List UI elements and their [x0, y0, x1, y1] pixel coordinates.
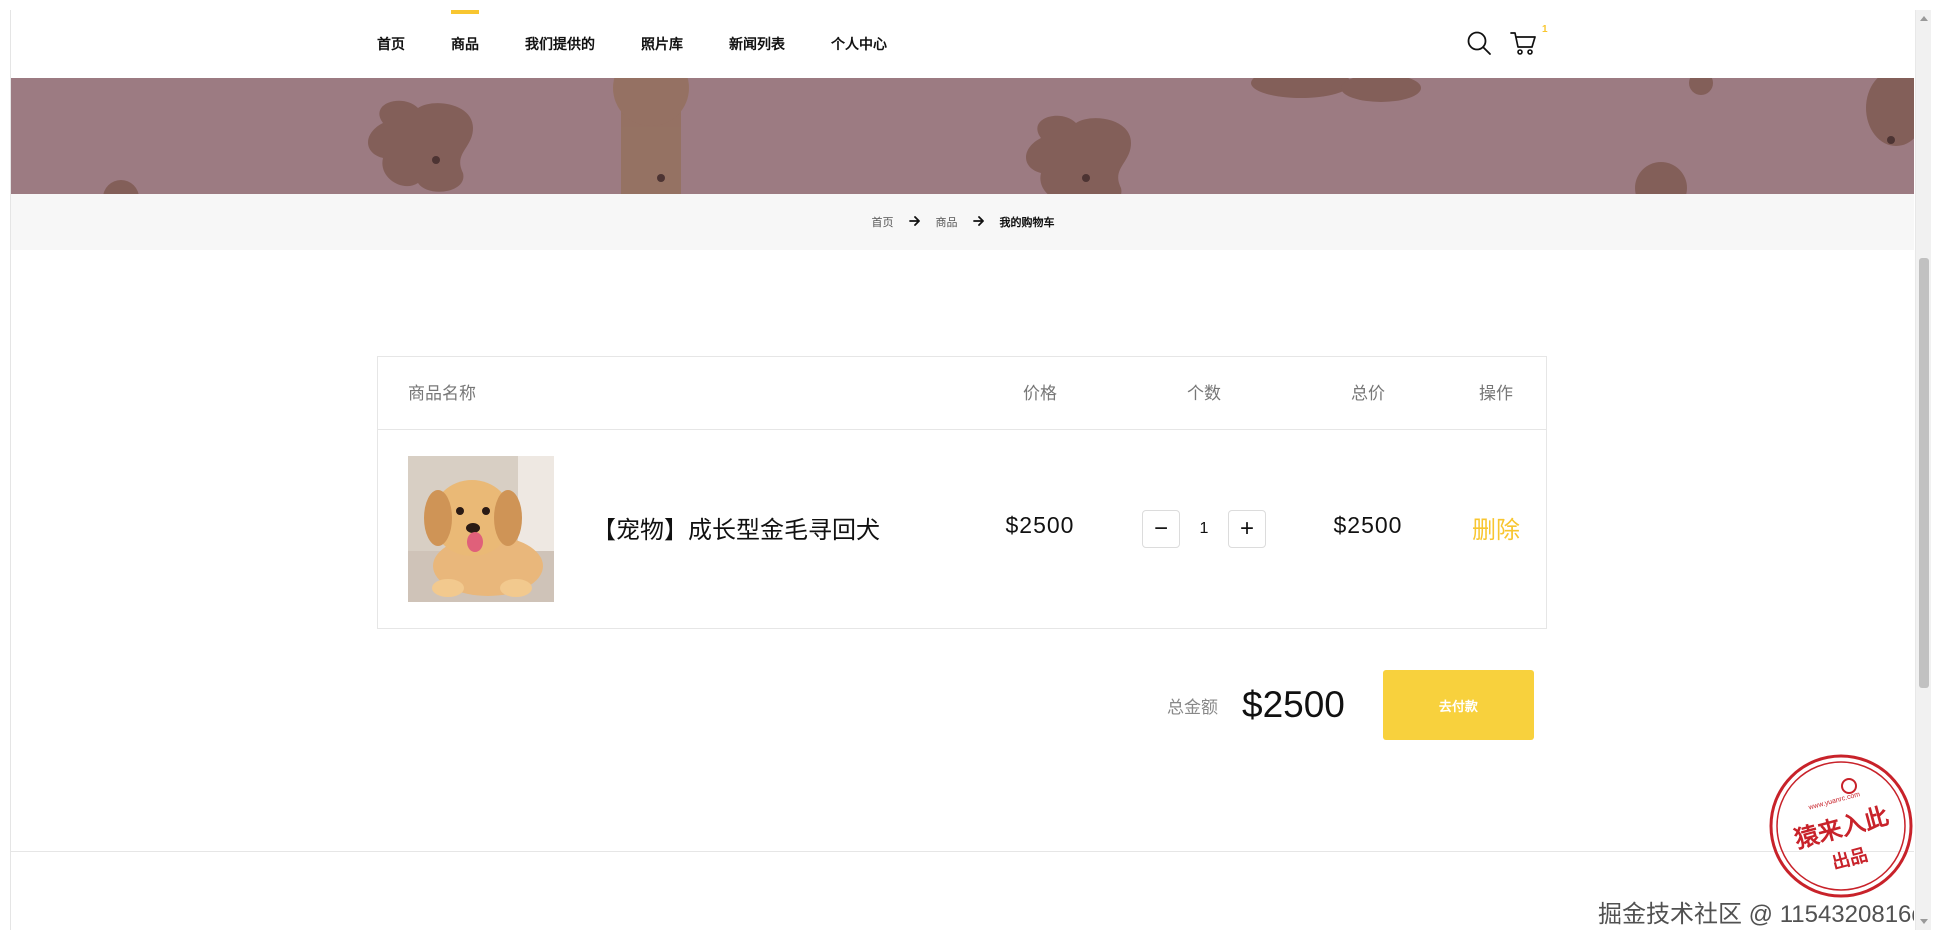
quantity-input[interactable] [1180, 510, 1228, 548]
header-action: 操作 [1479, 384, 1513, 403]
svg-text:出品: 出品 [1830, 844, 1870, 875]
site-header: 首页 商品 我们提供的 照片库 新闻列表 个人中心 1 [11, 10, 1914, 78]
cart-icon [1510, 32, 1536, 55]
breadcrumb-current: 我的购物车 [999, 217, 1055, 229]
cart-count-badge: 1 [1542, 24, 1548, 35]
nav-item-news[interactable]: 新闻列表 [729, 10, 785, 78]
header-quantity: 个数 [1187, 384, 1221, 403]
breadcrumb: 首页 商品 我的购物车 [11, 194, 1914, 250]
header-product-name: 商品名称 [408, 384, 476, 403]
banner-pattern [11, 78, 1914, 194]
nav-item-gallery[interactable]: 照片库 [641, 10, 683, 78]
nav-item-services[interactable]: 我们提供的 [525, 10, 595, 78]
table-row: 【宠物】成长型金毛寻回犬 $2500 − + $2500 删除 [378, 430, 1546, 628]
arrow-right-icon [972, 215, 985, 229]
quantity-decrease-button[interactable]: − [1142, 510, 1180, 548]
product-image[interactable] [408, 456, 554, 602]
header-price: 价格 [1023, 384, 1057, 403]
vertical-scrollbar[interactable] [1915, 10, 1931, 930]
header-actions: 1 [1464, 24, 1548, 58]
breadcrumb-home[interactable]: 首页 [872, 214, 894, 230]
quantity-stepper: − + [1142, 510, 1266, 548]
product-name[interactable]: 【宠物】成长型金毛寻回犬 [592, 510, 880, 545]
puppy-image [408, 456, 554, 602]
total-amount: $2500 [1242, 684, 1345, 725]
product-price: $2500 [1005, 512, 1075, 538]
cart-button[interactable]: 1 [1508, 24, 1548, 58]
row-total: $2500 [1333, 512, 1403, 538]
nav-item-profile[interactable]: 个人中心 [831, 10, 887, 78]
watermark-text: 掘金技术社区 @ 1154320816q [1598, 901, 1914, 928]
breadcrumb-products[interactable]: 商品 [936, 214, 958, 230]
svg-text:猿来入此: 猿来入此 [1790, 801, 1891, 854]
quantity-increase-button[interactable]: + [1228, 510, 1266, 548]
nav-item-home[interactable]: 首页 [377, 10, 405, 78]
cart-table-header: 商品名称 价格 个数 总价 操作 [378, 357, 1546, 430]
search-button[interactable] [1464, 28, 1494, 58]
main-nav: 首页 商品 我们提供的 照片库 新闻列表 个人中心 [377, 10, 933, 78]
browser-viewport: 首页 商品 我们提供的 照片库 新闻列表 个人中心 1 首页 商品 我的购物车 … [10, 10, 1914, 930]
arrow-right-icon [908, 215, 921, 229]
scroll-up-icon[interactable] [1920, 16, 1928, 21]
cart-table: 商品名称 价格 个数 总价 操作 【宠物】成长型金毛寻回犬 $2500 − 1 … [377, 356, 1547, 629]
footer-divider [11, 851, 1914, 852]
scroll-down-icon[interactable] [1920, 919, 1928, 924]
delete-button[interactable]: 删除 [1456, 510, 1536, 545]
stamp-logo: www.yuanrc.com 猿来入此 出品 [1767, 752, 1914, 900]
nav-item-products[interactable]: 商品 [451, 10, 479, 78]
cart-summary: 总金额 $2500 去付款 [1167, 670, 1534, 740]
total-label: 总金额 [1167, 697, 1218, 717]
header-total: 总价 [1351, 384, 1385, 403]
checkout-button[interactable]: 去付款 [1382, 670, 1534, 740]
search-icon [1467, 31, 1491, 55]
scrollbar-thumb[interactable] [1919, 258, 1929, 688]
page-banner [11, 78, 1914, 194]
